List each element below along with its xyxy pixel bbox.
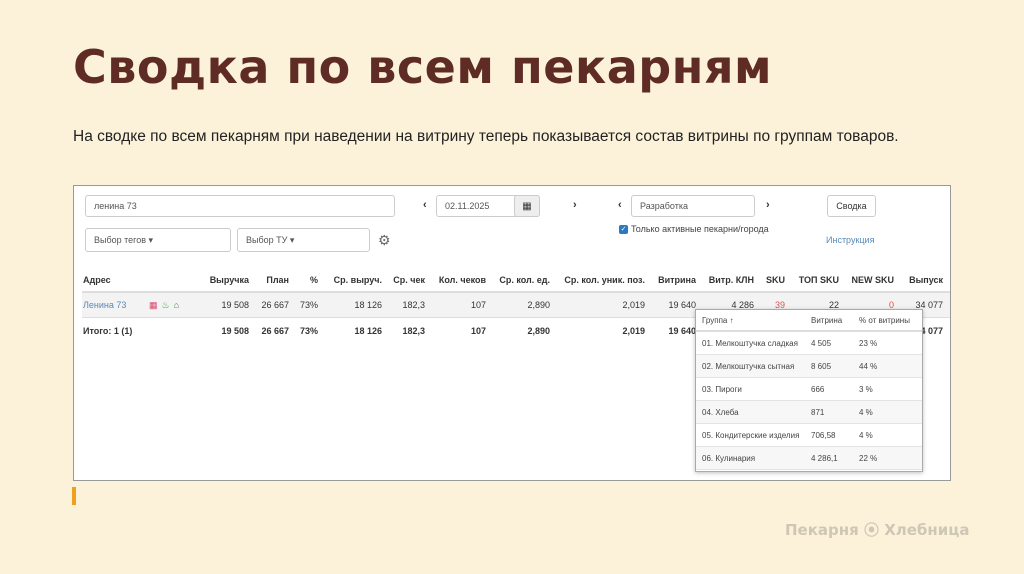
col-percent[interactable]: % xyxy=(293,275,322,285)
date-value: 02.11.2025 xyxy=(445,201,490,211)
cell: 706,58 xyxy=(811,430,836,440)
env-input[interactable]: Разработка xyxy=(631,195,755,217)
tooltip-header: Группа ↑ Витрина % от витрины xyxy=(696,310,922,332)
col-revenue[interactable]: Выручка xyxy=(201,275,253,285)
active-only-label: Только активные пекарни/города xyxy=(631,224,769,234)
col-top-sku[interactable]: ТОП SKU xyxy=(789,275,843,285)
showcase-cell[interactable]: 19 640 xyxy=(649,300,700,310)
calendar-icon[interactable]: ▦ xyxy=(514,195,540,217)
col-avg-check[interactable]: Ср. чек xyxy=(386,275,429,285)
home-icon[interactable]: ⌂ xyxy=(174,300,179,310)
accent-bar xyxy=(72,487,76,505)
cell: 4 % xyxy=(859,430,873,440)
tooltip-col-group[interactable]: Группа ↑ xyxy=(702,316,811,325)
cell: 107 xyxy=(470,325,486,336)
brand-logo: Пекарня ⦿ Хлебница xyxy=(785,521,970,539)
cell: 2,890 xyxy=(527,300,550,310)
cell: 06. Кулинария xyxy=(702,453,756,463)
cell: 05. Кондитерские изделия xyxy=(702,430,800,440)
slide-description: На сводке по всем пекарням при наведении… xyxy=(73,128,899,145)
bakery-link[interactable]: Ленина 73 xyxy=(83,300,145,310)
summary-button[interactable]: Сводка xyxy=(827,195,876,217)
cell: 01. Мелкоштучка сладкая xyxy=(702,338,798,348)
col-sku[interactable]: SKU xyxy=(758,275,789,285)
cell: 23 % xyxy=(859,338,878,348)
fire-icon[interactable]: ♨ xyxy=(162,300,170,311)
active-only-checkbox[interactable]: ✓ Только активные пекарни/города xyxy=(619,224,769,234)
showcase-tooltip: Группа ↑ Витрина % от витрины 01. Мелкош… xyxy=(695,309,923,472)
screenshot-panel: ленина 73 ‹ 02.11.2025 ▦ › ‹ Разработка … xyxy=(73,185,951,481)
slide-title: Сводка по всем пекарням xyxy=(73,40,773,94)
col-showcase[interactable]: Витрина xyxy=(649,275,700,285)
col-showcase-kln[interactable]: Витр. КЛН xyxy=(700,275,758,285)
search-input[interactable]: ленина 73 xyxy=(85,195,395,217)
tooltip-col-percent: % от витрины xyxy=(859,315,910,325)
tooltip-row: 04. Хлеба 871 4 % xyxy=(696,401,922,424)
col-checks[interactable]: Кол. чеков xyxy=(429,275,490,285)
cell: 02. Мелкоштучка сытная xyxy=(702,361,795,371)
cell: 4 286,1 xyxy=(811,453,838,463)
cell: 2,019 xyxy=(622,325,645,336)
cell: 19 508 xyxy=(221,300,249,310)
checkbox-icon: ✓ xyxy=(619,224,628,234)
col-avg-units[interactable]: Ср. кол. ед. xyxy=(490,275,554,285)
calendar-icon[interactable]: ▦ xyxy=(149,300,158,311)
tu-select[interactable]: Выбор ТУ ▾ xyxy=(237,228,370,252)
cell: 19 508 xyxy=(221,325,249,336)
instruction-link[interactable]: Инструкция xyxy=(826,235,874,245)
cell: 26 667 xyxy=(261,300,289,310)
cell: 73% xyxy=(299,325,318,336)
col-output[interactable]: Выпуск xyxy=(898,275,947,285)
cell: 666 xyxy=(811,384,825,394)
cell: 2,019 xyxy=(622,300,645,310)
next-date-button[interactable]: › xyxy=(573,199,577,211)
tooltip-row: 01. Мелкоштучка сладкая 4 505 23 % xyxy=(696,332,922,355)
cell: 3 % xyxy=(859,384,873,394)
col-avg-revenue[interactable]: Ср. выруч. xyxy=(322,275,386,285)
cell: Итого: 1 (1) xyxy=(83,325,133,336)
cell: 4 505 xyxy=(811,338,832,348)
col-plan[interactable]: План xyxy=(253,275,293,285)
cell: 03. Пироги xyxy=(702,384,742,394)
cell: 182,3 xyxy=(402,325,425,336)
gear-icon[interactable]: ⚙ xyxy=(378,232,391,249)
cell: 871 xyxy=(811,407,825,417)
tooltip-row: 05. Кондитерские изделия 706,58 4 % xyxy=(696,424,922,447)
cell: 4 % xyxy=(859,407,873,417)
cell: 8 605 xyxy=(811,361,832,371)
cell: 182,3 xyxy=(402,300,425,310)
cell: 18 126 xyxy=(354,325,382,336)
prev-date-button[interactable]: ‹ xyxy=(423,199,427,211)
col-new-sku[interactable]: NEW SKU xyxy=(843,275,898,285)
cell: 26 667 xyxy=(261,325,289,336)
col-avg-unique[interactable]: Ср. кол. уник. поз. xyxy=(554,275,649,285)
cell: 22 % xyxy=(859,453,878,463)
cell: 2,890 xyxy=(527,325,550,336)
tooltip-col-showcase: Витрина xyxy=(811,315,843,325)
cell: 04. Хлеба xyxy=(702,407,739,417)
prev-env-button[interactable]: ‹ xyxy=(618,199,622,211)
tooltip-row: 06. Кулинария 4 286,1 22 % xyxy=(696,447,922,470)
tags-select[interactable]: Выбор тегов ▾ xyxy=(85,228,231,252)
table-header: Адрес Выручка План % Ср. выруч. Ср. чек … xyxy=(82,268,950,293)
cell: 18 126 xyxy=(354,300,382,310)
cell: 19 640 xyxy=(668,325,696,336)
tooltip-row: 03. Пироги 666 3 % xyxy=(696,378,922,401)
cell: 44 % xyxy=(859,361,878,371)
col-address[interactable]: Адрес xyxy=(82,275,201,285)
next-env-button[interactable]: › xyxy=(766,199,770,211)
tooltip-row: 02. Мелкоштучка сытная 8 605 44 % xyxy=(696,355,922,378)
cell: 73% xyxy=(299,300,318,310)
cell: 107 xyxy=(470,300,486,310)
